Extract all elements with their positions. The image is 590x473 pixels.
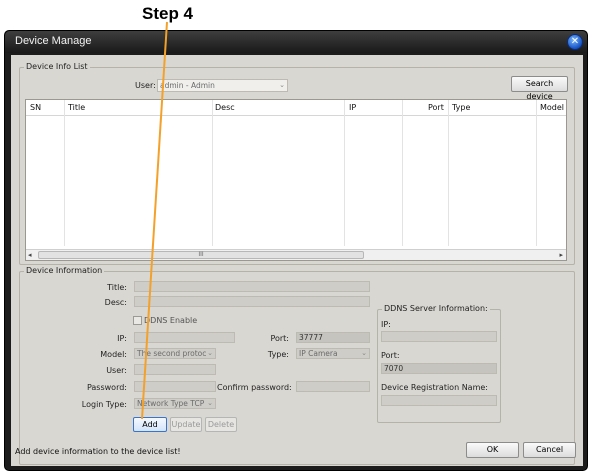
user-filter-label: User: xyxy=(135,81,156,90)
user-filter-select[interactable]: admin - Admin ⌄ xyxy=(157,79,288,92)
column-divider xyxy=(402,100,403,246)
horizontal-scrollbar[interactable]: ◂ III ▸ xyxy=(26,249,566,260)
password-input[interactable] xyxy=(134,381,216,392)
login-type-value: Network Type TCP xyxy=(137,399,205,408)
chevron-down-icon: ⌄ xyxy=(207,349,213,357)
column-header-type[interactable]: Type xyxy=(452,103,470,112)
dialog-body: Device Info List User: admin - Admin ⌄ S… xyxy=(11,55,583,466)
search-device-button[interactable]: Search device xyxy=(511,76,568,101)
chevron-down-icon: ⌄ xyxy=(361,349,367,357)
column-divider xyxy=(64,100,65,246)
column-divider xyxy=(344,100,345,246)
chevron-down-icon: ⌄ xyxy=(279,81,285,89)
password-label: Password: xyxy=(86,383,127,392)
add-button[interactable]: Add xyxy=(133,417,167,432)
port-input[interactable]: 37777 xyxy=(296,332,370,343)
model-value: The second protoc xyxy=(137,349,207,358)
ddns-ip-label: IP: xyxy=(381,320,391,329)
ddns-ip-input[interactable] xyxy=(381,331,497,342)
confirm-password-label: Confirm password: xyxy=(217,383,292,392)
device-table[interactable]: SN Title Desc IP Port Type Model ◂ III ▸ xyxy=(25,99,567,261)
ip-input[interactable] xyxy=(134,332,235,343)
device-registration-name-label: Device Registration Name: xyxy=(381,383,488,392)
close-icon[interactable]: ✕ xyxy=(567,34,583,50)
scrollbar-thumb[interactable]: III xyxy=(38,251,364,259)
ddns-port-input[interactable]: 7070 xyxy=(381,363,497,374)
device-table-header: SN Title Desc IP Port Type Model xyxy=(26,100,566,116)
confirm-password-input[interactable] xyxy=(296,381,370,392)
ddns-enable-checkbox[interactable] xyxy=(133,316,142,325)
scroll-grip-icon: III xyxy=(198,251,204,258)
title-bar: Device Manage ✕ xyxy=(5,31,587,53)
step-annotation-label: Step 4 xyxy=(142,4,194,23)
column-header-desc[interactable]: Desc xyxy=(215,103,235,112)
title-input[interactable] xyxy=(134,281,370,292)
type-value: IP Camera xyxy=(299,349,338,358)
device-information-legend: Device Information xyxy=(24,266,105,275)
desc-label: Desc: xyxy=(104,298,127,307)
column-header-ip[interactable]: IP xyxy=(349,103,356,112)
user-label: User: xyxy=(106,366,127,375)
user-input[interactable] xyxy=(134,364,216,375)
scroll-left-icon[interactable]: ◂ xyxy=(28,250,32,260)
device-registration-name-input[interactable] xyxy=(381,395,497,406)
device-info-list-legend: Device Info List xyxy=(24,62,90,71)
column-header-model[interactable]: Model xyxy=(540,103,564,112)
column-header-port[interactable]: Port xyxy=(428,103,444,112)
column-divider xyxy=(448,100,449,246)
port-label: Port: xyxy=(270,334,289,343)
delete-button[interactable]: Delete xyxy=(205,417,237,432)
type-select[interactable]: IP Camera ⌄ xyxy=(296,348,370,359)
cancel-button[interactable]: Cancel xyxy=(523,442,576,458)
status-message: Add device information to the device lis… xyxy=(15,447,181,456)
model-select[interactable]: The second protoc ⌄ xyxy=(134,348,216,359)
ddns-server-legend: DDNS Server Information: xyxy=(382,304,490,313)
chevron-down-icon: ⌄ xyxy=(207,399,213,407)
type-label: Type: xyxy=(267,350,289,359)
device-manage-window: Device Manage ✕ Device Info List User: a… xyxy=(4,30,588,471)
user-filter-value: admin - Admin xyxy=(160,81,215,90)
login-type-select[interactable]: Network Type TCP ⌄ xyxy=(134,398,216,409)
ip-label: IP: xyxy=(117,334,127,343)
model-label: Model: xyxy=(100,350,127,359)
column-header-title[interactable]: Title xyxy=(68,103,85,112)
scroll-right-icon[interactable]: ▸ xyxy=(559,250,563,260)
window-title: Device Manage xyxy=(15,35,92,47)
update-button[interactable]: Update xyxy=(170,417,202,432)
column-divider xyxy=(212,100,213,246)
login-type-label: Login Type: xyxy=(81,400,127,409)
ddns-port-label: Port: xyxy=(381,351,400,360)
desc-input[interactable] xyxy=(134,296,370,307)
column-divider xyxy=(536,100,537,246)
ddns-enable-label: DDNS Enable xyxy=(144,316,198,325)
column-header-sn[interactable]: SN xyxy=(30,103,41,112)
title-label: Title: xyxy=(107,283,127,292)
ok-button[interactable]: OK xyxy=(466,442,519,458)
